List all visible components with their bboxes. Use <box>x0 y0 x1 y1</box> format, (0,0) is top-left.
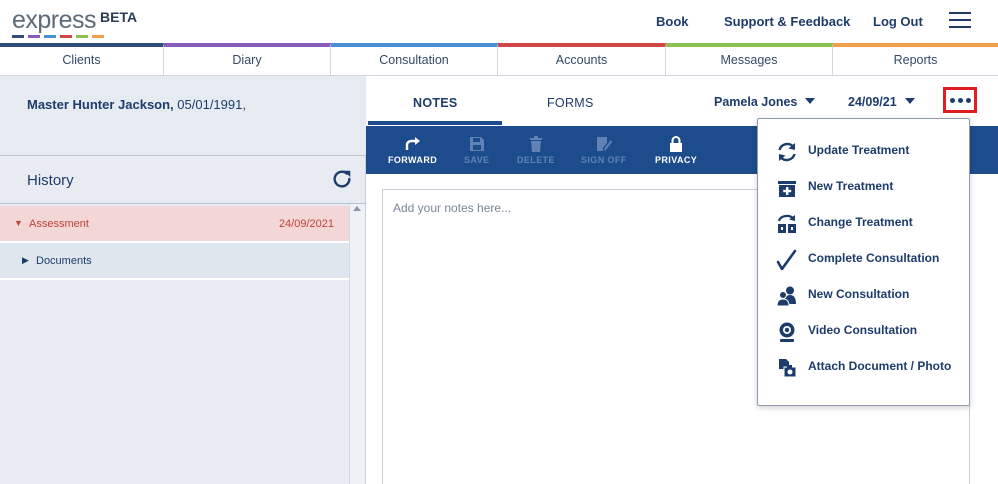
change-treatment-icon <box>777 214 796 233</box>
sign-off-button[interactable]: SIGN OFF <box>581 136 627 165</box>
nav-tab-clients[interactable]: Clients <box>0 43 164 75</box>
date-select[interactable]: 24/09/21 <box>848 95 915 109</box>
menu-item-new-treatment[interactable]: New Treatment <box>758 172 969 202</box>
menu-item-label: Attach Document / Photo <box>808 359 952 373</box>
privacy-label: PRIVACY <box>655 155 698 165</box>
patient-details: Master Hunter Jackson, 05/01/1991, <box>27 97 246 112</box>
medical-kit-plus-icon <box>778 181 796 197</box>
app-header: express BETA Book Support & Feedback Log … <box>0 0 998 43</box>
refresh-icon[interactable] <box>331 168 353 190</box>
logo-wordmark: express <box>12 6 97 34</box>
history-item-assessment[interactable]: ▼ Assessment 24/09/2021 <box>0 206 349 243</box>
menu-item-update-treatment[interactable]: Update Treatment <box>758 136 969 166</box>
menu-item-video-consultation[interactable]: Video Consultation <box>758 316 969 346</box>
sign-off-label: SIGN OFF <box>581 155 627 165</box>
save-icon <box>469 137 484 151</box>
history-item-label: Assessment <box>29 218 89 230</box>
beta-badge: BETA <box>100 9 138 25</box>
nav-tab-consultation[interactable]: Consultation <box>331 43 498 75</box>
lock-icon <box>670 136 683 152</box>
logo-color-bars <box>12 35 137 38</box>
ellipsis-icon <box>949 97 955 103</box>
hamburger-icon[interactable] <box>949 12 971 29</box>
patient-dob: 05/01/1991, <box>173 97 246 112</box>
consultation-options-menu: Update Treatment New Treatment Change Tr… <box>757 118 970 406</box>
nav-tab-messages[interactable]: Messages <box>666 43 833 75</box>
attach-document-icon <box>779 359 797 378</box>
menu-item-complete-consultation[interactable]: Complete Consultation <box>758 244 969 274</box>
nav-tab-accounts[interactable]: Accounts <box>498 43 666 75</box>
patient-summary: Master Hunter Jackson, 05/01/1991, <box>0 76 366 156</box>
menu-item-change-treatment[interactable]: Change Treatment <box>758 208 969 238</box>
left-panel: Master Hunter Jackson, 05/01/1991, Histo… <box>0 76 366 484</box>
menu-item-attach-document[interactable]: Attach Document / Photo <box>758 352 969 382</box>
nav-tab-diary[interactable]: Diary <box>164 43 331 75</box>
consultation-date: 24/09/21 <box>848 95 897 109</box>
history-item-label: Documents <box>36 255 92 267</box>
practitioner-name: Pamela Jones <box>714 95 798 109</box>
collapsed-caret-icon: ▶ <box>22 255 29 265</box>
history-list: ▼ Assessment 24/09/2021 ▶ Documents <box>0 206 349 280</box>
menu-item-label: New Treatment <box>808 179 894 193</box>
menu-item-label: New Consultation <box>808 287 910 301</box>
webcam-icon <box>779 322 795 342</box>
chevron-down-icon <box>904 98 915 104</box>
main-nav: Clients Diary Consultation Accounts Mess… <box>0 43 998 76</box>
menu-item-label: Update Treatment <box>808 143 910 157</box>
tab-notes[interactable]: NOTES <box>413 96 458 110</box>
nav-tab-reports[interactable]: Reports <box>833 43 998 75</box>
history-scrollbar[interactable] <box>349 204 365 484</box>
forward-label: FORWARD <box>388 155 438 165</box>
patient-name: Master Hunter Jackson, <box>27 97 174 112</box>
history-header: History <box>0 157 366 204</box>
menu-item-label: Complete Consultation <box>808 251 940 265</box>
privacy-button[interactable]: PRIVACY <box>655 136 697 165</box>
history-item-date: 24/09/2021 <box>278 218 334 230</box>
delete-button[interactable]: DELETE <box>517 136 555 165</box>
people-icon <box>776 286 796 307</box>
expanded-caret-icon: ▼ <box>14 218 23 228</box>
forward-button[interactable]: FORWARD <box>388 136 437 165</box>
sign-off-icon <box>596 137 612 151</box>
menu-item-new-consultation[interactable]: New Consultation <box>758 280 969 310</box>
book-link[interactable]: Book <box>656 14 689 29</box>
save-label: SAVE <box>464 155 490 165</box>
checkmark-icon <box>776 249 797 271</box>
tab-forms[interactable]: FORMS <box>547 96 594 110</box>
trash-icon <box>529 136 542 152</box>
active-tab-indicator <box>368 121 502 125</box>
practitioner-select[interactable]: Pamela Jones <box>714 95 816 109</box>
delete-label: DELETE <box>517 155 555 165</box>
express-logo[interactable]: express BETA <box>12 6 137 38</box>
menu-item-label: Change Treatment <box>808 215 913 229</box>
forward-arrow-icon <box>405 137 420 150</box>
more-options-button[interactable] <box>943 87 977 113</box>
history-title: History <box>27 172 74 189</box>
sync-icon <box>778 142 796 162</box>
menu-item-label: Video Consultation <box>808 323 918 337</box>
chevron-down-icon <box>805 98 816 104</box>
support-feedback-link[interactable]: Support & Feedback <box>724 14 850 29</box>
logout-link[interactable]: Log Out <box>873 14 923 29</box>
history-item-documents[interactable]: ▶ Documents <box>0 243 349 280</box>
scroll-up-arrow-icon[interactable] <box>353 206 361 211</box>
save-button[interactable]: SAVE <box>464 136 489 165</box>
